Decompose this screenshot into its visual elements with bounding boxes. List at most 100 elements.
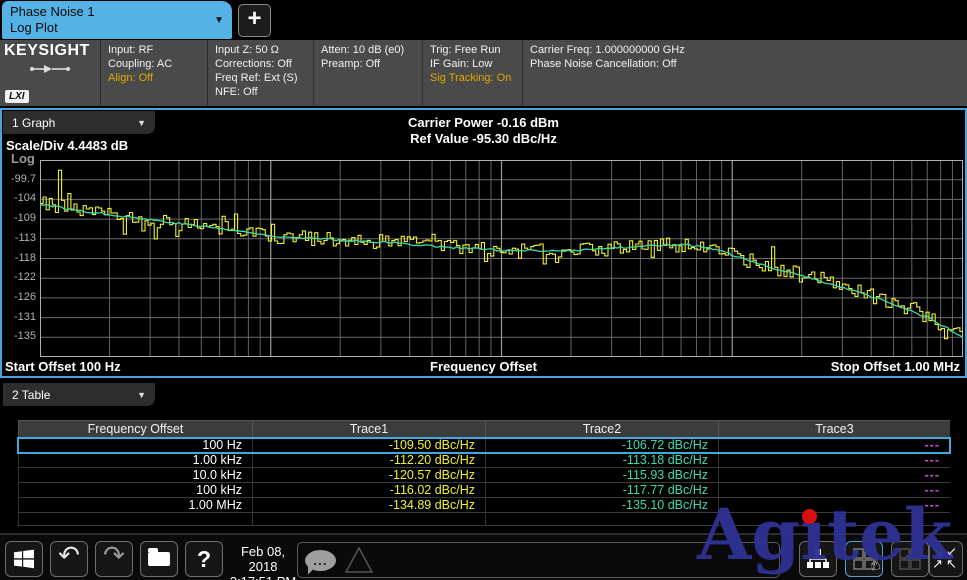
decade-table: Frequency OffsetTrace1Trace2Trace3100 Hz… [18, 420, 950, 526]
setting-readout[interactable]: Sig Tracking: On [430, 71, 522, 85]
freq-offset-cell: 100 kHz [18, 483, 252, 497]
phase-noise-plot [40, 160, 963, 357]
table-header-cell: Frequency Offset [18, 421, 252, 437]
clock-readout[interactable]: Feb 08, 2018 3:17:51 PM [226, 544, 300, 580]
open-file-button[interactable] [140, 541, 178, 577]
tab-bar: Phase Noise 1 Log Plot ▼ + [0, 0, 967, 40]
window-layout-button[interactable] [891, 541, 929, 577]
setting-readout[interactable]: Trig: Free Run [430, 43, 522, 57]
trace1-cell: -116.02 dBc/Hz [252, 483, 485, 497]
freq-offset-cell: 100 Hz [18, 438, 252, 452]
ref-value-readout[interactable]: Ref Value -95.30 dBc/Hz [2, 131, 965, 147]
table-row[interactable]: 10.0 kHz-120.57 dBc/Hz-115.93 dBc/Hz--- [18, 468, 950, 483]
add-measurement-button[interactable]: + [238, 4, 271, 37]
undo-button[interactable]: ↶ [50, 541, 88, 577]
y-tick-label: -135 [2, 330, 36, 342]
carrier-power-readout: Carrier Power -0.16 dBm [2, 115, 965, 131]
layout-grid-icon [898, 547, 922, 571]
lxi-badge: LXI [5, 90, 29, 103]
setting-readout[interactable]: Coupling: AC [108, 57, 207, 71]
y-tick-label: -99.7 [2, 173, 36, 185]
time-text: 3:17:51 PM [226, 574, 300, 580]
help-icon: ? [197, 546, 211, 573]
windows-logo-icon [12, 547, 36, 571]
settings-column-3: Trig: Free RunIF Gain: LowSig Tracking: … [422, 40, 522, 106]
trace3-cell: --- [718, 498, 950, 512]
table-header-cell: Trace2 [485, 421, 718, 437]
settings-columns: Input: RFCoupling: ACAlign: OffInput Z: … [100, 40, 967, 106]
redo-icon: ↷ [103, 543, 125, 569]
table-row[interactable]: 100 Hz-109.50 dBc/Hz-106.72 dBc/Hz--- [18, 438, 950, 453]
plot-area[interactable] [40, 160, 963, 357]
trace2-cell: -117.77 dBc/Hz [485, 483, 718, 497]
y-tick-label: -109 [2, 212, 36, 224]
table-row[interactable]: 1.00 kHz-112.20 dBc/Hz-113.18 dBc/Hz--- [18, 453, 950, 468]
axis-type-label: Log [11, 151, 35, 166]
trace1-cell: -109.50 dBc/Hz [252, 438, 485, 452]
undo-icon: ↶ [58, 543, 80, 569]
windows-start-button[interactable] [5, 541, 43, 577]
freq-offset-cell: 1.00 kHz [18, 453, 252, 467]
analyzer-screen: Phase Noise 1 Log Plot ▼ + KEYSIGHT LXI … [0, 0, 967, 580]
table-empty-row [18, 513, 950, 526]
annotation-bubble-icon[interactable]: ... [305, 550, 336, 571]
table-row[interactable]: 1.00 MHz-134.89 dBc/Hz-135.10 dBc/Hz--- [18, 498, 950, 513]
trace2-cell: -113.18 dBc/Hz [485, 453, 718, 467]
brand-logo: KEYSIGHT [0, 40, 100, 60]
collapse-display-button[interactable]: ↘↙ ↗↖ [929, 541, 963, 577]
hand-cursor-icon: ☝ [867, 554, 883, 576]
folder-icon [148, 552, 170, 566]
help-button[interactable]: ? [185, 541, 223, 577]
x-axis-title: Frequency Offset [2, 359, 965, 374]
setting-readout[interactable]: IF Gain: Low [430, 57, 522, 71]
table-header-row: Frequency OffsetTrace1Trace2Trace3 [18, 420, 950, 438]
table-header-cell: Trace3 [718, 421, 950, 437]
settings-column-1: Input Z: 50 ΩCorrections: OffFreq Ref: E… [207, 40, 313, 106]
trace3-cell: --- [718, 438, 950, 452]
setting-readout[interactable]: Preamp: Off [321, 57, 422, 71]
freq-offset-cell: 10.0 kHz [18, 468, 252, 482]
trace1-cell: -112.20 dBc/Hz [252, 453, 485, 467]
measurement-tab-label: Phase Noise 1 Log Plot [2, 4, 214, 36]
setting-readout[interactable]: Input Z: 50 Ω [215, 43, 313, 57]
block-diagram-button[interactable] [799, 541, 837, 577]
date-text: Feb 08, 2018 [226, 544, 300, 574]
tab-dropdown-caret-icon[interactable]: ▼ [214, 15, 232, 26]
freq-offset-cell: 1.00 MHz [18, 498, 252, 512]
table-window: 2 Table ▼ Frequency OffsetTrace1Trace2Tr… [0, 380, 967, 531]
trace2-cell: -106.72 dBc/Hz [485, 438, 718, 452]
setting-readout[interactable]: Corrections: Off [215, 57, 313, 71]
carrier-info: Carrier Power -0.16 dBm Ref Value -95.30… [2, 115, 965, 147]
empty-cell [718, 513, 950, 525]
marker-triangle-icon[interactable] [344, 546, 374, 574]
trace3-cell: --- [718, 468, 950, 482]
y-tick-label: -126 [2, 291, 36, 303]
setting-readout[interactable]: NFE: Off [215, 85, 313, 99]
settings-header: KEYSIGHT LXI Input: RFCoupling: ACAlign:… [0, 40, 967, 106]
setting-readout[interactable]: Input: RF [108, 43, 207, 57]
table-view-selector[interactable]: 2 Table ▼ [3, 383, 155, 406]
signal-path-icon [28, 64, 72, 74]
block-diagram-icon [806, 548, 830, 571]
table-row[interactable]: 100 kHz-116.02 dBc/Hz-117.77 dBc/Hz--- [18, 483, 950, 498]
redo-button[interactable]: ↷ [95, 541, 133, 577]
empty-cell [485, 513, 718, 525]
setting-readout[interactable]: Freq Ref: Ext (S) [215, 71, 313, 85]
settings-column-0: Input: RFCoupling: ACAlign: Off [100, 40, 207, 106]
setting-readout[interactable]: Phase Noise Cancellation: Off [530, 57, 967, 71]
chevron-down-icon: ▼ [137, 390, 146, 400]
stop-offset-label[interactable]: Stop Offset 1.00 MHz [831, 359, 960, 374]
setting-readout[interactable]: Atten: 10 dB (e0) [321, 43, 422, 57]
setting-readout[interactable]: Align: Off [108, 71, 207, 85]
measurement-tab[interactable]: Phase Noise 1 Log Plot ▼ [2, 1, 232, 39]
y-tick-label: -131 [2, 311, 36, 323]
trace3-cell: --- [718, 483, 950, 497]
touch-select-button[interactable]: ☝ [845, 541, 883, 577]
brand-block: KEYSIGHT LXI [0, 40, 100, 106]
taskbar: ↶ ↷ ? Feb 08, 2018 3:17:51 PM ... [0, 533, 967, 580]
trace2-cell: -135.10 dBc/Hz [485, 498, 718, 512]
y-tick-label: -118 [2, 252, 36, 264]
empty-cell [18, 513, 252, 525]
setting-readout[interactable]: Carrier Freq: 1.000000000 GHz [530, 43, 967, 57]
y-tick-label: -104 [2, 192, 36, 204]
